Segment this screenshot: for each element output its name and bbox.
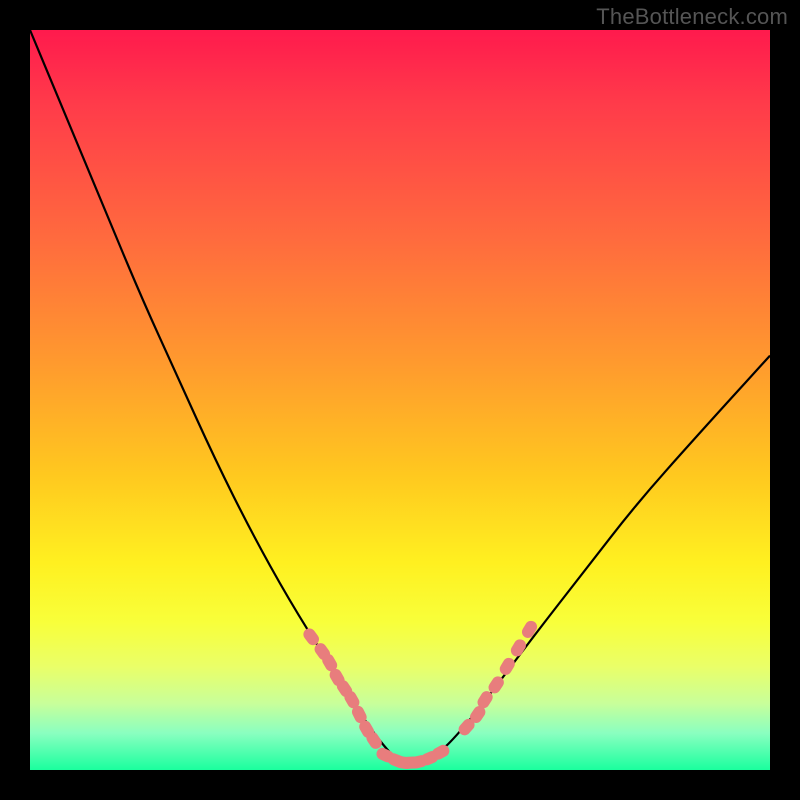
chart-plot-area [30,30,770,770]
marker-capsule [498,656,518,678]
marker-capsule [509,637,529,659]
bottleneck-curve-line [30,30,770,763]
watermark-text: TheBottleneck.com [596,4,788,30]
chart-svg [30,30,770,770]
chart-frame: TheBottleneck.com [0,0,800,800]
marker-dots [301,619,539,770]
marker-capsule [520,619,540,641]
